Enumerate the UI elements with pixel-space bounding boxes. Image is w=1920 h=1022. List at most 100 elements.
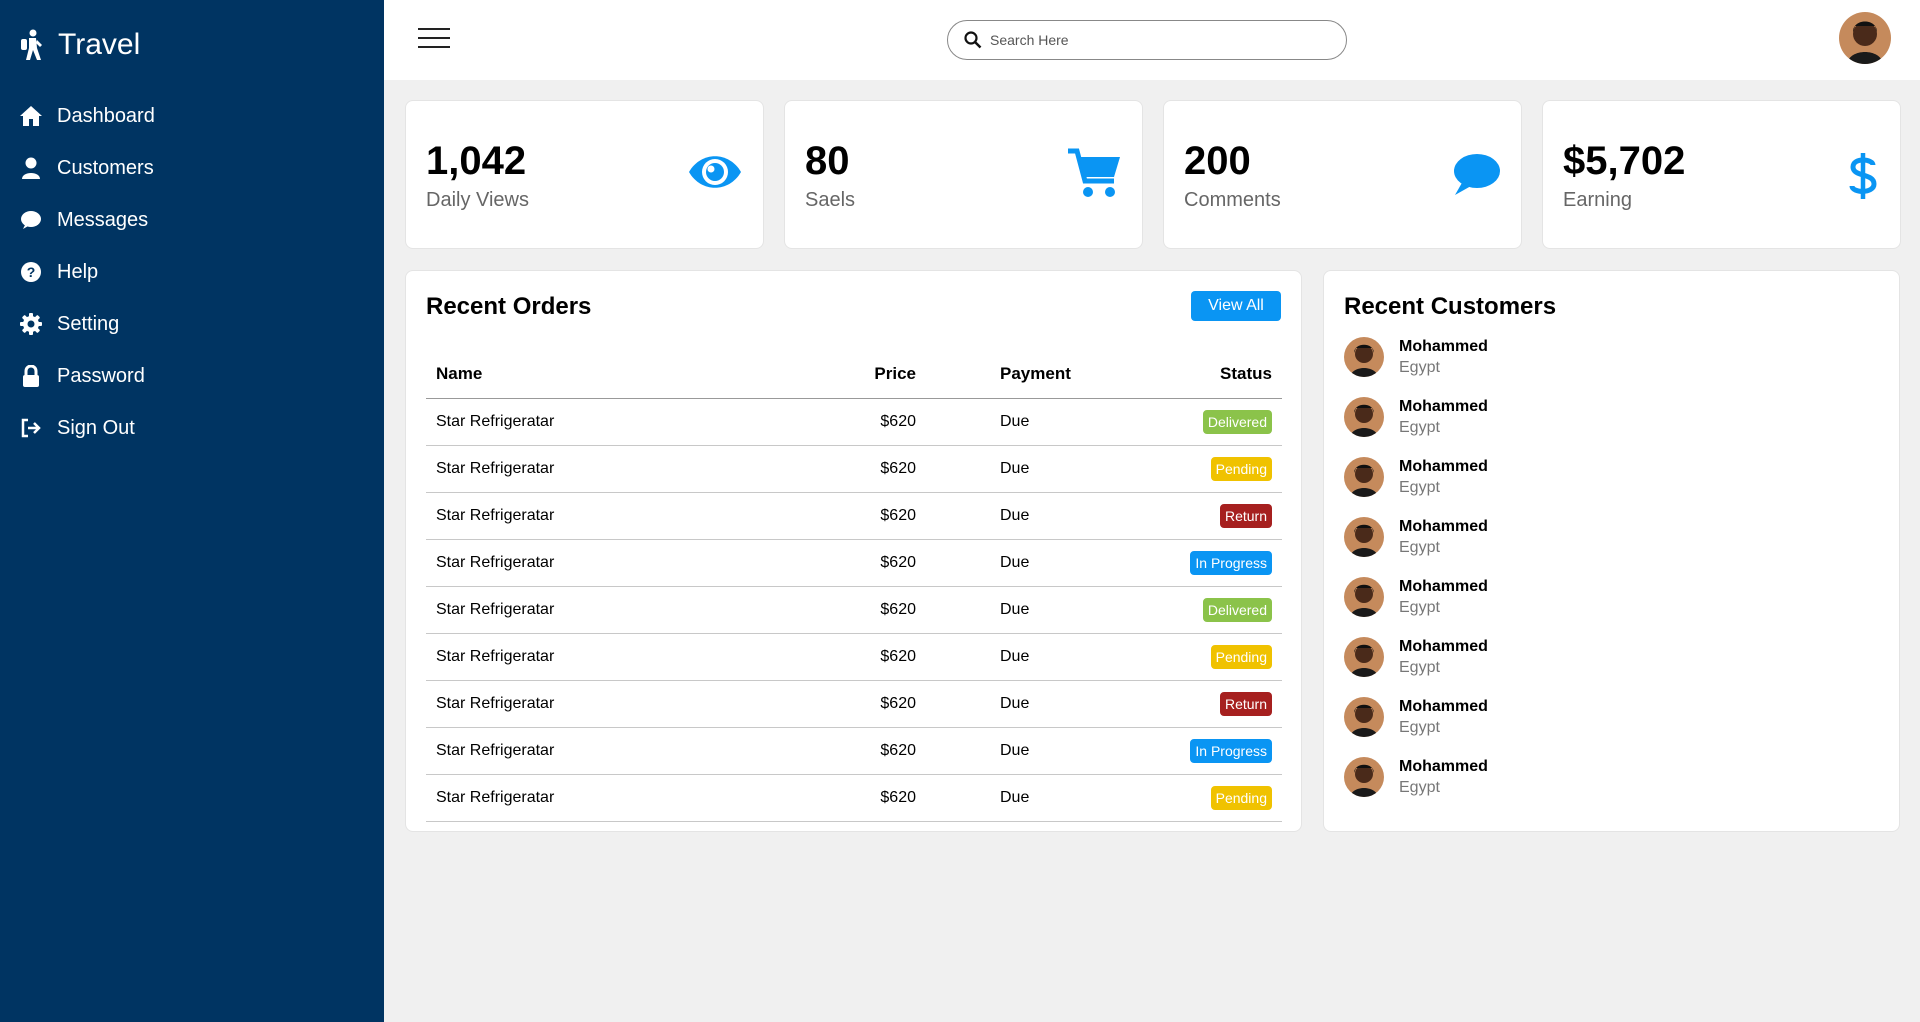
stat-card-sales[interactable]: 80 Saels	[784, 100, 1143, 249]
status-badge: Return	[1219, 691, 1272, 716]
svg-text:?: ?	[27, 264, 36, 280]
customer-country: Egypt	[1399, 778, 1440, 796]
column-header-status: Status	[1156, 351, 1282, 399]
order-payment: Due	[916, 398, 1156, 446]
list-item[interactable]: Mohammed Egypt	[1344, 697, 1488, 737]
stat-number: $5,702	[1563, 139, 1686, 183]
order-price: $620	[786, 398, 916, 446]
stat-card-comments[interactable]: 200 Comments	[1163, 100, 1522, 249]
hamburger-icon[interactable]	[418, 28, 450, 52]
eye-icon	[689, 156, 741, 188]
order-payment: Due	[916, 492, 1156, 540]
avatar	[1344, 577, 1384, 617]
stat-card-views[interactable]: 1,042 Daily Views	[405, 100, 764, 249]
sidebar-item-label: Dashboard	[57, 104, 155, 127]
stat-caption: Comments	[1184, 189, 1281, 211]
status-badge: Pending	[1210, 644, 1272, 669]
list-item[interactable]: Mohammed Egypt	[1344, 397, 1488, 437]
sidebar-item-setting[interactable]: Setting	[0, 298, 384, 350]
customer-name: Mohammed	[1399, 517, 1488, 535]
table-row[interactable]: Star Refrigeratar $620 Due In Progress	[426, 727, 1282, 775]
order-name: Star Refrigeratar	[426, 492, 786, 540]
order-payment: Due	[916, 445, 1156, 493]
order-price: $620	[786, 586, 916, 634]
comment-icon	[1454, 154, 1500, 195]
sidebar-item-label: Help	[57, 260, 99, 283]
stat-caption: Saels	[805, 189, 856, 211]
table-header-row: Name Price Payment Status	[426, 351, 1282, 399]
sign-out-icon	[19, 416, 43, 440]
search-icon	[964, 31, 982, 49]
table-row[interactable]: Star Refrigeratar $620 Due Pending	[426, 445, 1282, 493]
status-badge: In Progress	[1190, 550, 1272, 575]
customer-name: Mohammed	[1399, 637, 1488, 655]
recent-orders-title: Recent Orders	[426, 293, 592, 320]
customer-country: Egypt	[1399, 598, 1440, 616]
customer-name: Mohammed	[1399, 457, 1488, 475]
view-all-button[interactable]: View All	[1191, 291, 1281, 321]
sidebar-item-help[interactable]: ? Help	[0, 246, 384, 298]
list-item[interactable]: Mohammed Egypt	[1344, 457, 1488, 497]
user-icon	[19, 156, 43, 180]
customer-country: Egypt	[1399, 718, 1440, 736]
table-row[interactable]: Star Refrigeratar $620 Due Delivered	[426, 398, 1282, 446]
order-payment: Due	[916, 774, 1156, 822]
sidebar-item-messages[interactable]: Messages	[0, 194, 384, 246]
avatar	[1344, 757, 1384, 797]
order-payment: Due	[916, 539, 1156, 587]
status-badge: Return	[1219, 503, 1272, 528]
order-name: Star Refrigeratar	[426, 586, 786, 634]
hiker-icon	[21, 29, 42, 60]
list-item[interactable]: Mohammed Egypt	[1344, 517, 1488, 557]
recent-customers-panel: Recent Customers Mohammed Egypt Mohammed Eg…	[1323, 270, 1900, 832]
order-name: Star Refrigeratar	[426, 539, 786, 587]
status-badge: Pending	[1210, 456, 1272, 481]
sidebar-item-dashboard[interactable]: Dashboard	[0, 90, 384, 142]
status-badge: Pending	[1210, 785, 1272, 810]
table-row[interactable]: Star Refrigeratar $620 Due Return	[426, 492, 1282, 540]
table-row[interactable]: Star Refrigeratar $620 Due Pending	[426, 633, 1282, 681]
table-row[interactable]: Star Refrigeratar $620 Due Delivered	[426, 586, 1282, 634]
sidebar-item-customers[interactable]: Customers	[0, 142, 384, 194]
list-item[interactable]: Mohammed Egypt	[1344, 337, 1488, 377]
chat-icon	[19, 208, 43, 232]
order-price: $620	[786, 727, 916, 775]
search-input[interactable]	[990, 32, 1330, 48]
list-item[interactable]: Mohammed Egypt	[1344, 577, 1488, 617]
order-price: $620	[786, 774, 916, 822]
list-item[interactable]: Mohammed Egypt	[1344, 637, 1488, 677]
order-name: Star Refrigeratar	[426, 727, 786, 775]
customer-name: Mohammed	[1399, 397, 1488, 415]
customer-name: Mohammed	[1399, 697, 1488, 715]
order-price: $620	[786, 539, 916, 587]
search-box[interactable]	[947, 20, 1347, 60]
order-price: $620	[786, 445, 916, 493]
avatar[interactable]	[1839, 12, 1891, 64]
order-payment: Due	[916, 586, 1156, 634]
status-badge: In Progress	[1190, 738, 1272, 763]
avatar	[1344, 457, 1384, 497]
column-header-price: Price	[786, 351, 916, 399]
order-payment: Due	[916, 680, 1156, 728]
stat-card-earning[interactable]: $5,702 Earning	[1542, 100, 1901, 249]
sidebar: Travel Dashboard Customers Messages ? He…	[0, 0, 384, 1022]
home-icon	[19, 104, 43, 128]
stat-caption: Earning	[1563, 189, 1632, 211]
stat-number: 1,042	[426, 139, 527, 183]
brand[interactable]: Travel	[0, 0, 384, 90]
sidebar-item-label: Messages	[57, 208, 149, 231]
table-row[interactable]: Star Refrigeratar $620 Due Return	[426, 680, 1282, 728]
column-header-name: Name	[426, 351, 786, 399]
list-item[interactable]: Mohammed Egypt	[1344, 757, 1488, 797]
customer-country: Egypt	[1399, 418, 1440, 436]
sidebar-item-password[interactable]: Password	[0, 350, 384, 402]
table-row[interactable]: Star Refrigeratar $620 Due In Progress	[426, 539, 1282, 587]
table-row[interactable]: Star Refrigeratar $620 Due Pending	[426, 774, 1282, 822]
order-payment: Due	[916, 633, 1156, 681]
sidebar-item-label: Password	[57, 364, 145, 387]
sidebar-item-sign-out[interactable]: Sign Out	[0, 402, 384, 454]
order-name: Star Refrigeratar	[426, 445, 786, 493]
recent-customers-title: Recent Customers	[1344, 293, 1557, 320]
stat-number: 200	[1184, 139, 1251, 183]
cart-icon	[1068, 148, 1120, 197]
